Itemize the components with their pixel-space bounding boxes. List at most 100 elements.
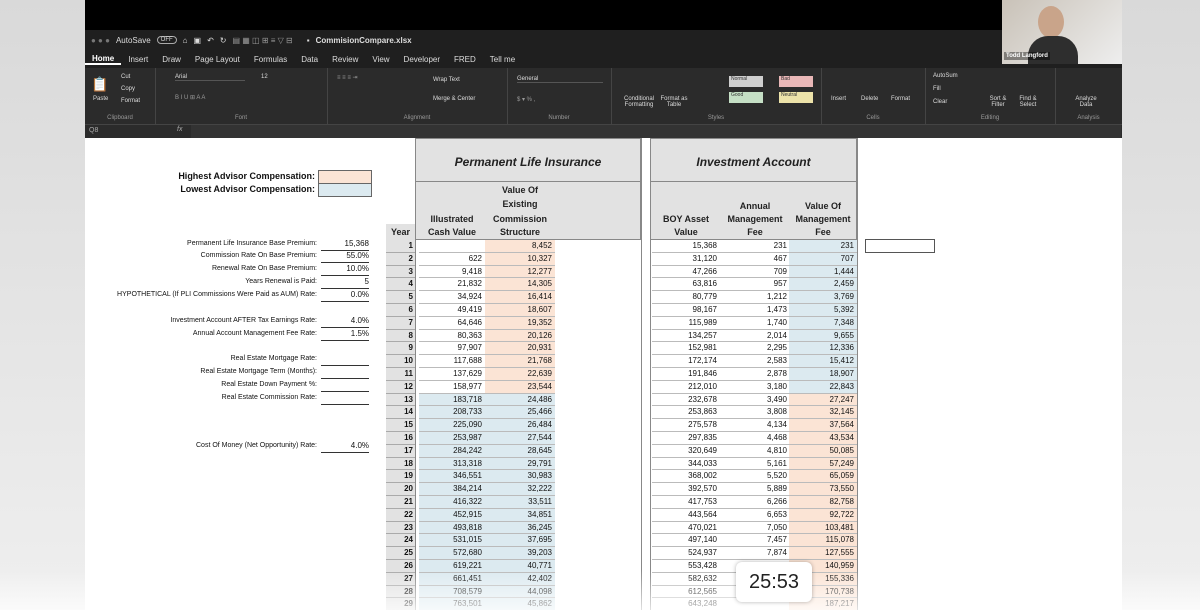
autosum-button[interactable]: AutoSum <box>933 73 958 79</box>
name-box[interactable]: Q8 <box>89 127 98 134</box>
annual-fee-cell[interactable]: 5,889 <box>720 483 790 496</box>
boy-asset-cell[interactable]: 582,632 <box>652 573 720 586</box>
commission-value-cell[interactable]: 28,645 <box>485 444 555 458</box>
boy-asset-cell[interactable]: 297,835 <box>652 432 720 445</box>
annual-fee-cell[interactable]: 4,810 <box>720 445 790 458</box>
annual-fee-cell[interactable]: 2,295 <box>720 342 790 356</box>
mgmt-fee-value-cell[interactable]: 9,655 <box>789 329 857 343</box>
boy-asset-cell[interactable]: 275,578 <box>652 419 720 432</box>
input-value[interactable] <box>321 354 369 366</box>
tab-formulas[interactable]: Formulas <box>247 55 294 64</box>
mgmt-fee-value-cell[interactable]: 27,247 <box>789 393 857 407</box>
annual-fee-cell[interactable]: 3,490 <box>720 394 790 407</box>
tab-tell-me[interactable]: Tell me <box>483 55 522 64</box>
font-style-icons[interactable]: B I U ⊞ A A <box>175 94 205 101</box>
year-cell[interactable]: 11 <box>386 368 415 381</box>
year-cell[interactable]: 6 <box>386 304 415 317</box>
fx-icon[interactable]: fx <box>177 126 182 133</box>
autosave-toggle[interactable]: OFF <box>156 36 177 44</box>
format-painter-button[interactable]: Format <box>121 98 140 104</box>
mgmt-fee-value-cell[interactable]: 2,459 <box>789 278 857 292</box>
mgmt-fee-value-cell[interactable]: 22,843 <box>789 380 857 394</box>
year-cell[interactable]: 9 <box>386 342 415 356</box>
selected-cell[interactable] <box>865 239 935 253</box>
boy-asset-cell[interactable]: 443,564 <box>652 509 720 522</box>
year-cell[interactable]: 19 <box>386 470 415 484</box>
cash-value-cell[interactable]: 531,015 <box>419 534 485 548</box>
mgmt-fee-value-cell[interactable]: 3,769 <box>789 291 857 304</box>
mgmt-fee-value-cell[interactable]: 43,534 <box>789 432 857 445</box>
year-cell[interactable]: 23 <box>386 521 415 535</box>
align-icons[interactable]: ≡ ≡ ≡ ⇥ <box>337 74 358 81</box>
annual-fee-cell[interactable]: 2,878 <box>720 368 790 381</box>
mgmt-fee-value-cell[interactable]: 57,249 <box>789 457 857 471</box>
cash-value-cell[interactable]: 9,418 <box>419 266 485 279</box>
year-cell[interactable]: 4 <box>386 278 415 292</box>
cash-value-cell[interactable]: 763,501 <box>419 598 485 610</box>
tab-review[interactable]: Review <box>325 55 365 64</box>
mgmt-fee-value-cell[interactable]: 103,481 <box>789 521 857 535</box>
boy-asset-cell[interactable]: 152,981 <box>652 342 720 356</box>
boy-asset-cell[interactable]: 470,021 <box>652 522 720 535</box>
annual-fee-cell[interactable]: 1,740 <box>720 317 790 330</box>
mgmt-fee-value-cell[interactable]: 37,564 <box>789 419 857 432</box>
cash-value-cell[interactable]: 117,688 <box>419 355 485 368</box>
commission-value-cell[interactable]: 22,639 <box>485 368 555 381</box>
tab-draw[interactable]: Draw <box>155 55 188 64</box>
redo-icon[interactable]: ↻ <box>220 36 227 45</box>
cash-value-cell[interactable]: 158,977 <box>419 381 485 394</box>
cash-value-cell[interactable]: 21,832 <box>419 278 485 292</box>
delete-cells-button[interactable]: Delete <box>861 96 878 102</box>
cash-value-cell[interactable]: 137,629 <box>419 368 485 381</box>
annual-fee-cell[interactable]: 5,520 <box>720 470 790 484</box>
input-value[interactable]: 4.0% <box>321 441 369 453</box>
year-cell[interactable]: 18 <box>386 457 415 471</box>
mgmt-fee-value-cell[interactable]: 12,336 <box>789 342 857 356</box>
mgmt-fee-value-cell[interactable]: 32,145 <box>789 406 857 420</box>
boy-asset-cell[interactable]: 232,678 <box>652 394 720 407</box>
conditional-formatting-button[interactable]: Conditional Formatting <box>621 96 657 108</box>
annual-fee-cell[interactable]: 1,473 <box>720 304 790 317</box>
cash-value-cell[interactable]: 284,242 <box>419 444 485 458</box>
annual-fee-cell[interactable]: 231 <box>720 240 790 253</box>
mgmt-fee-value-cell[interactable]: 707 <box>789 252 857 266</box>
year-cell[interactable]: 28 <box>386 585 415 599</box>
tab-data[interactable]: Data <box>294 55 325 64</box>
input-value[interactable]: 55.0% <box>321 251 369 263</box>
commission-value-cell[interactable]: 8,452 <box>485 240 555 253</box>
commission-value-cell[interactable]: 26,484 <box>485 419 555 432</box>
boy-asset-cell[interactable]: 115,989 <box>652 317 720 330</box>
year-cell[interactable]: 17 <box>386 444 415 458</box>
mgmt-fee-value-cell[interactable]: 115,078 <box>789 534 857 548</box>
mgmt-fee-value-cell[interactable]: 127,555 <box>789 547 857 560</box>
wrap-text-button[interactable]: Wrap Text <box>433 77 460 83</box>
boy-asset-cell[interactable]: 172,174 <box>652 355 720 368</box>
analyze-data-button[interactable]: Analyze Data <box>1071 96 1101 108</box>
boy-asset-cell[interactable]: 253,863 <box>652 406 720 420</box>
annual-fee-cell[interactable]: 6,653 <box>720 509 790 522</box>
commission-value-cell[interactable]: 16,414 <box>485 291 555 304</box>
boy-asset-cell[interactable]: 98,167 <box>652 304 720 317</box>
cash-value-cell[interactable]: 253,987 <box>419 432 485 445</box>
tab-page-layout[interactable]: Page Layout <box>188 55 247 64</box>
boy-asset-cell[interactable]: 47,266 <box>652 266 720 279</box>
number-format-select[interactable]: General <box>517 76 603 83</box>
mgmt-fee-value-cell[interactable]: 5,392 <box>789 304 857 317</box>
commission-value-cell[interactable]: 37,695 <box>485 534 555 548</box>
input-value[interactable] <box>321 380 369 392</box>
boy-asset-cell[interactable]: 368,002 <box>652 470 720 484</box>
font-size-select[interactable]: 12 <box>261 74 268 80</box>
annual-fee-cell[interactable]: 3,808 <box>720 406 790 420</box>
formula-input[interactable] <box>191 125 1121 139</box>
cash-value-cell[interactable]: 183,718 <box>419 393 485 407</box>
sort-filter-button[interactable]: Sort & Filter <box>985 96 1011 108</box>
cash-value-cell[interactable]: 572,680 <box>419 547 485 560</box>
year-cell[interactable]: 21 <box>386 496 415 509</box>
mgmt-fee-value-cell[interactable]: 73,550 <box>789 483 857 496</box>
mgmt-fee-value-cell[interactable]: 231 <box>789 240 857 253</box>
annual-fee-cell[interactable]: 467 <box>720 253 790 266</box>
year-cell[interactable]: 5 <box>386 291 415 304</box>
cash-value-cell[interactable]: 97,907 <box>419 342 485 356</box>
undo-icon[interactable]: ↶ <box>207 36 214 45</box>
boy-asset-cell[interactable]: 80,779 <box>652 291 720 304</box>
